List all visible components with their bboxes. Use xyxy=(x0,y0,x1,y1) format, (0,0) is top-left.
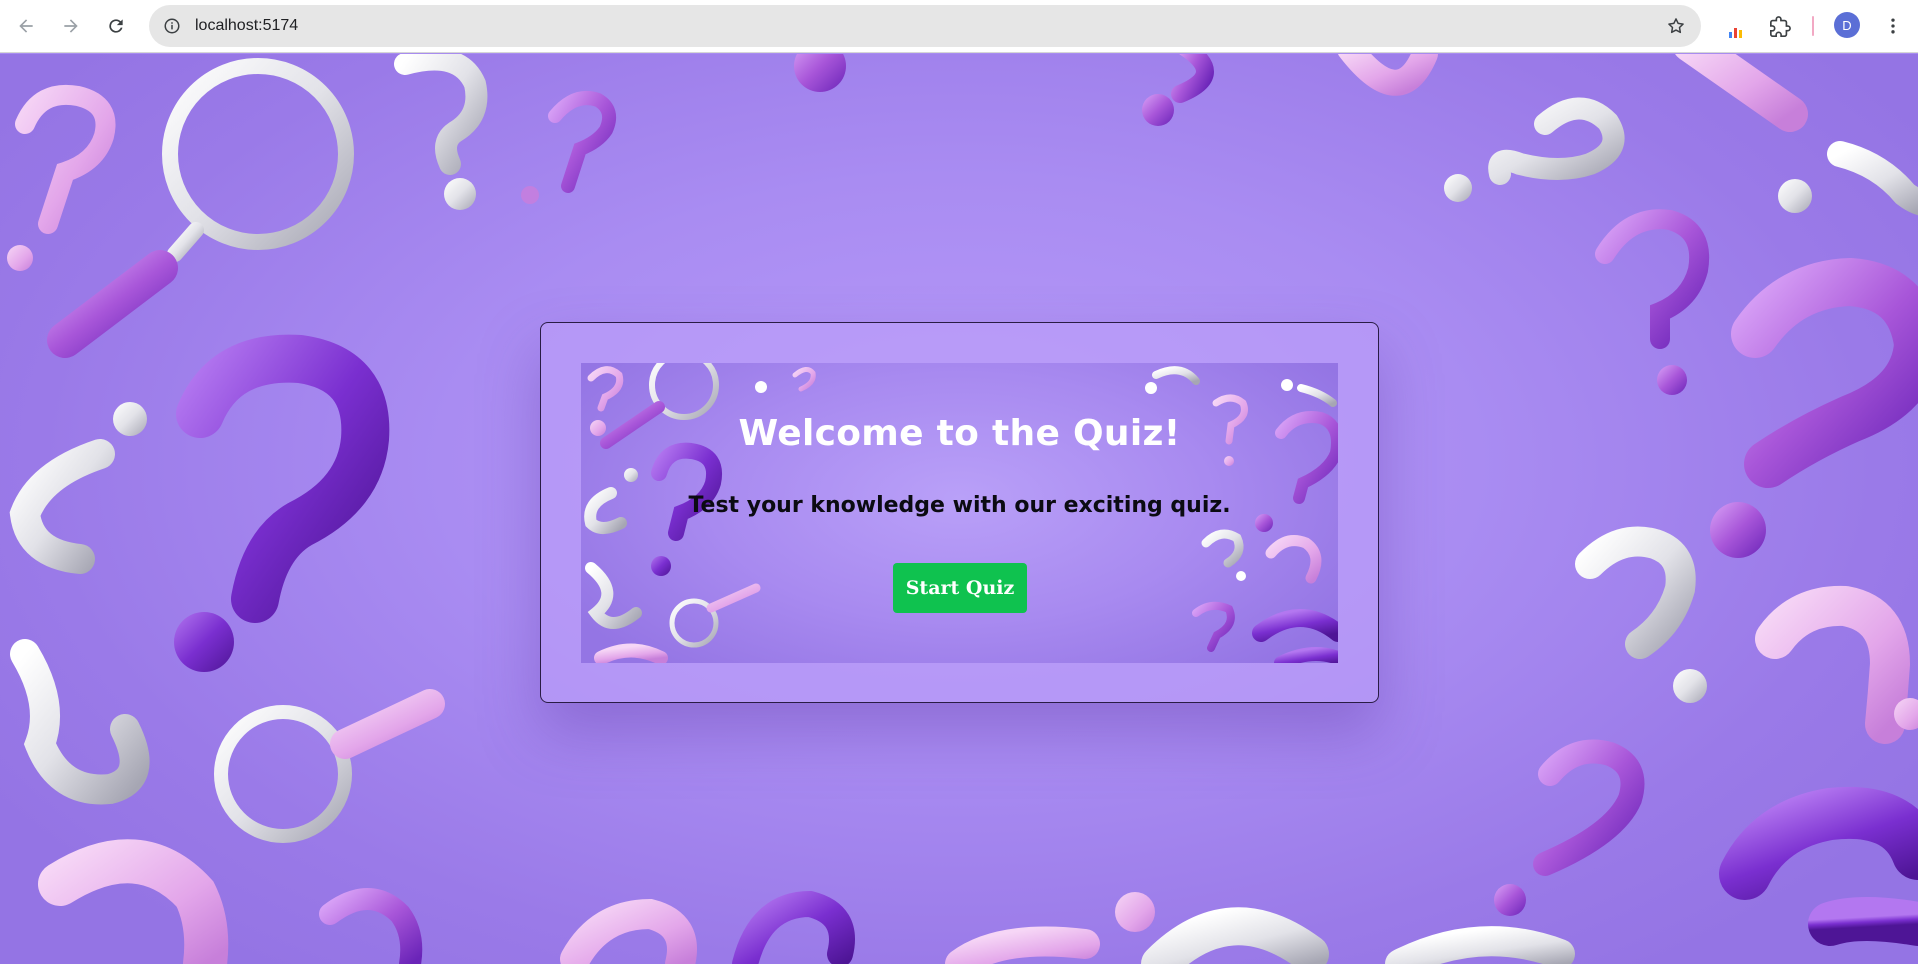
extensions-button[interactable] xyxy=(1766,13,1794,41)
browser-toolbar: localhost:5174 D xyxy=(0,0,1918,53)
arrow-right-icon xyxy=(64,19,78,33)
site-info-button[interactable] xyxy=(158,12,186,40)
browser-menu-button[interactable] xyxy=(1878,11,1908,41)
reload-icon xyxy=(109,19,123,33)
question-mark-decoration xyxy=(15,84,116,234)
quiz-subtitle: Test your knowledge with our exciting qu… xyxy=(688,493,1231,518)
back-button[interactable] xyxy=(8,8,44,44)
bookmark-button[interactable] xyxy=(1664,14,1688,38)
info-icon xyxy=(164,18,180,34)
page-viewport: Welcome to the Quiz! Test your knowledge… xyxy=(0,54,1918,964)
url-text[interactable]: localhost:5174 xyxy=(195,5,298,47)
address-bar[interactable]: localhost:5174 xyxy=(149,5,1701,47)
quiz-card: Welcome to the Quiz! Test your knowledge… xyxy=(540,322,1379,703)
reload-button[interactable] xyxy=(98,8,134,44)
star-icon xyxy=(1668,18,1684,34)
bar-chart-extension-icon[interactable] xyxy=(1724,16,1746,38)
puzzle-icon xyxy=(1770,16,1791,37)
quiz-hero-banner: Welcome to the Quiz! Test your knowledge… xyxy=(581,363,1338,663)
more-vert-icon xyxy=(1891,18,1895,34)
forward-button[interactable] xyxy=(53,8,89,44)
arrow-left-icon xyxy=(19,19,33,33)
quiz-title: Welcome to the Quiz! xyxy=(738,413,1181,454)
profile-avatar[interactable]: D xyxy=(1834,12,1860,38)
start-quiz-button[interactable]: Start Quiz xyxy=(893,563,1027,613)
toolbar-divider xyxy=(1812,16,1814,36)
question-mark-decoration xyxy=(176,334,390,623)
